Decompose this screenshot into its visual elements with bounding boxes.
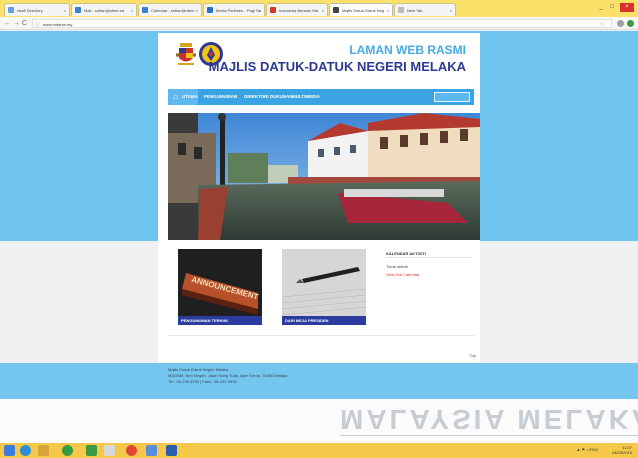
page-info-icon[interactable]: ⓘ bbox=[35, 21, 40, 28]
reload-icon[interactable]: C bbox=[22, 19, 27, 28]
site-header: LAMAN WEB RASMI MAJLIS DATUK-DATUK NEGER… bbox=[158, 33, 480, 85]
screen: chaff Directory × Mail - sofian@utem.ed × … bbox=[0, 0, 638, 458]
tab-favicon bbox=[398, 7, 404, 13]
view-full-calendar-link[interactable]: View Full Calendar bbox=[386, 272, 420, 277]
nav-home-label: UTAMA bbox=[182, 94, 198, 99]
tab-label: chaff Directory bbox=[17, 8, 43, 13]
close-window-button[interactable]: × bbox=[620, 3, 634, 12]
watermark-text: MALAYSIA MELAKA bbox=[340, 404, 638, 435]
file-explorer-icon[interactable] bbox=[38, 445, 49, 456]
bookmark-star-icon[interactable]: ☆ bbox=[600, 21, 605, 28]
tab-favicon bbox=[333, 7, 339, 13]
tab-close-icon[interactable]: × bbox=[387, 8, 389, 13]
browser-tab[interactable]: Berita Parlimen - Pagi Sa × bbox=[203, 3, 265, 16]
announcement-caption: PENGUMUMAN TERKINI bbox=[178, 316, 262, 325]
paint-icon[interactable] bbox=[104, 445, 115, 456]
word-icon[interactable] bbox=[166, 445, 177, 456]
president-desk-caption: DARI MEJA PRESIDEN bbox=[282, 316, 366, 325]
president-desk-card[interactable]: DARI MEJA PRESIDEN bbox=[282, 249, 366, 325]
footer-band bbox=[0, 363, 638, 399]
tab-label: Berita Parlimen - Pagi Sa bbox=[216, 8, 261, 13]
app-icon[interactable] bbox=[146, 445, 157, 456]
nav-item-direktori[interactable]: DIREKTORI DUKUNAN bbox=[244, 94, 293, 99]
watermark-area: MALAYSIA MELAKA bbox=[0, 399, 638, 443]
maximize-button[interactable]: □ bbox=[607, 3, 617, 12]
watermark-underline bbox=[340, 435, 638, 436]
start-button-icon[interactable] bbox=[4, 445, 15, 456]
excel-icon[interactable] bbox=[86, 445, 97, 456]
page-container: LAMAN WEB RASMI MAJLIS DATUK-DATUK NEGER… bbox=[158, 33, 480, 363]
url-input[interactable]: ⓘ www.mddnm.my ☆ bbox=[32, 19, 612, 28]
tab-label: Indonesia Bersatu Ma bbox=[279, 8, 318, 13]
ie-icon[interactable] bbox=[20, 445, 31, 456]
tab-close-icon[interactable]: × bbox=[322, 8, 324, 13]
clock-date: 24/03/2016 bbox=[611, 450, 632, 455]
back-to-top-link[interactable]: Top bbox=[470, 353, 476, 358]
tab-favicon bbox=[142, 7, 148, 13]
browser-tab[interactable]: chaff Directory × bbox=[4, 3, 70, 16]
tab-close-icon[interactable]: × bbox=[64, 8, 66, 13]
browser-tab-active[interactable]: Majlis Datuk-Datuk Neg × bbox=[329, 3, 393, 16]
back-icon[interactable]: ← bbox=[4, 19, 11, 28]
windows-taskbar: ▲ ⚑ ♪ ENG 11:07 24/03/2016 bbox=[0, 443, 638, 458]
nav-item-pengumuman[interactable]: PENGUMUMAN bbox=[204, 94, 237, 99]
browser-tab[interactable]: Indonesia Bersatu Ma × bbox=[266, 3, 328, 16]
site-title: MAJLIS DATUK-DATUK NEGERI MELAKA bbox=[208, 59, 466, 74]
tab-label: Majlis Datuk-Datuk Neg bbox=[342, 8, 385, 13]
home-icon: ⌂ bbox=[173, 92, 178, 101]
extension-icon[interactable] bbox=[617, 20, 624, 27]
browser-tab-bar: chaff Directory × Mail - sofian@utem.ed × … bbox=[0, 0, 638, 17]
browser-tab[interactable]: New Tab × bbox=[394, 3, 456, 16]
footer-address: Majlis Datuk-Datuk Negeri Melaka MDDNM, … bbox=[168, 367, 287, 385]
announcement-image: ANNOUNCEMENT bbox=[178, 249, 262, 325]
tab-close-icon[interactable]: × bbox=[450, 8, 452, 13]
tab-favicon bbox=[207, 7, 213, 13]
address-bar-row: ← → C ⓘ www.mddnm.my ☆ bbox=[0, 17, 638, 30]
calendar-title: KALENDAR AKTIVITI bbox=[386, 251, 427, 256]
url-text: www.mddnm.my bbox=[43, 22, 73, 27]
tab-label: Mail - sofian@utem.ed bbox=[84, 8, 125, 13]
pen-on-paper-image bbox=[282, 249, 366, 325]
content-divider bbox=[168, 335, 474, 336]
hero-image-melaka-river bbox=[168, 113, 480, 240]
state-crest-logo[interactable] bbox=[176, 41, 196, 67]
tab-close-icon[interactable]: × bbox=[196, 8, 198, 13]
tab-label: New Tab bbox=[407, 8, 423, 13]
page-viewport: MALAYSIA MELAKA LAMAN WEB RASMI MAJLIS D… bbox=[0, 31, 638, 443]
chrome-icon[interactable] bbox=[62, 445, 73, 456]
main-nav-bar: ⌂ UTAMA PENGUMUMAN DIREKTORI DUKUNAN MUL… bbox=[168, 89, 474, 105]
forward-icon[interactable]: → bbox=[13, 19, 20, 28]
browser-tab[interactable]: Calendar - sofian@utem × bbox=[138, 3, 202, 16]
nav-home-button[interactable]: ⌂ UTAMA bbox=[168, 89, 198, 105]
tab-favicon bbox=[8, 7, 14, 13]
nav-search-input[interactable] bbox=[434, 92, 470, 102]
calendar-divider bbox=[386, 257, 472, 258]
tab-favicon bbox=[270, 7, 276, 13]
calendar-empty-text: Tiada aktiviti bbox=[386, 264, 409, 269]
tab-label: Calendar - sofian@utem bbox=[151, 8, 195, 13]
browser-tab[interactable]: Mail - sofian@utem.ed × bbox=[71, 3, 137, 16]
minimize-button[interactable]: _ bbox=[596, 3, 606, 12]
tab-close-icon[interactable]: × bbox=[131, 8, 133, 13]
tab-favicon bbox=[75, 7, 81, 13]
site-subtitle: LAMAN WEB RASMI bbox=[349, 43, 466, 57]
footer-line: Tel : 06-233 3333 | Faks : 06-232 3333 bbox=[168, 379, 237, 384]
tab-close-icon[interactable]: × bbox=[259, 8, 261, 13]
nav-item-multimedia[interactable]: MULTIMEDIA bbox=[292, 94, 320, 99]
extension-icon[interactable] bbox=[627, 20, 634, 27]
system-clock[interactable]: 11:07 24/03/2016 bbox=[612, 445, 632, 455]
system-tray[interactable]: ▲ ⚑ ♪ ENG bbox=[576, 447, 598, 452]
app-icon[interactable] bbox=[126, 445, 137, 456]
announcement-card[interactable]: ANNOUNCEMENT PENGUMUMAN TERKINI bbox=[178, 249, 262, 325]
